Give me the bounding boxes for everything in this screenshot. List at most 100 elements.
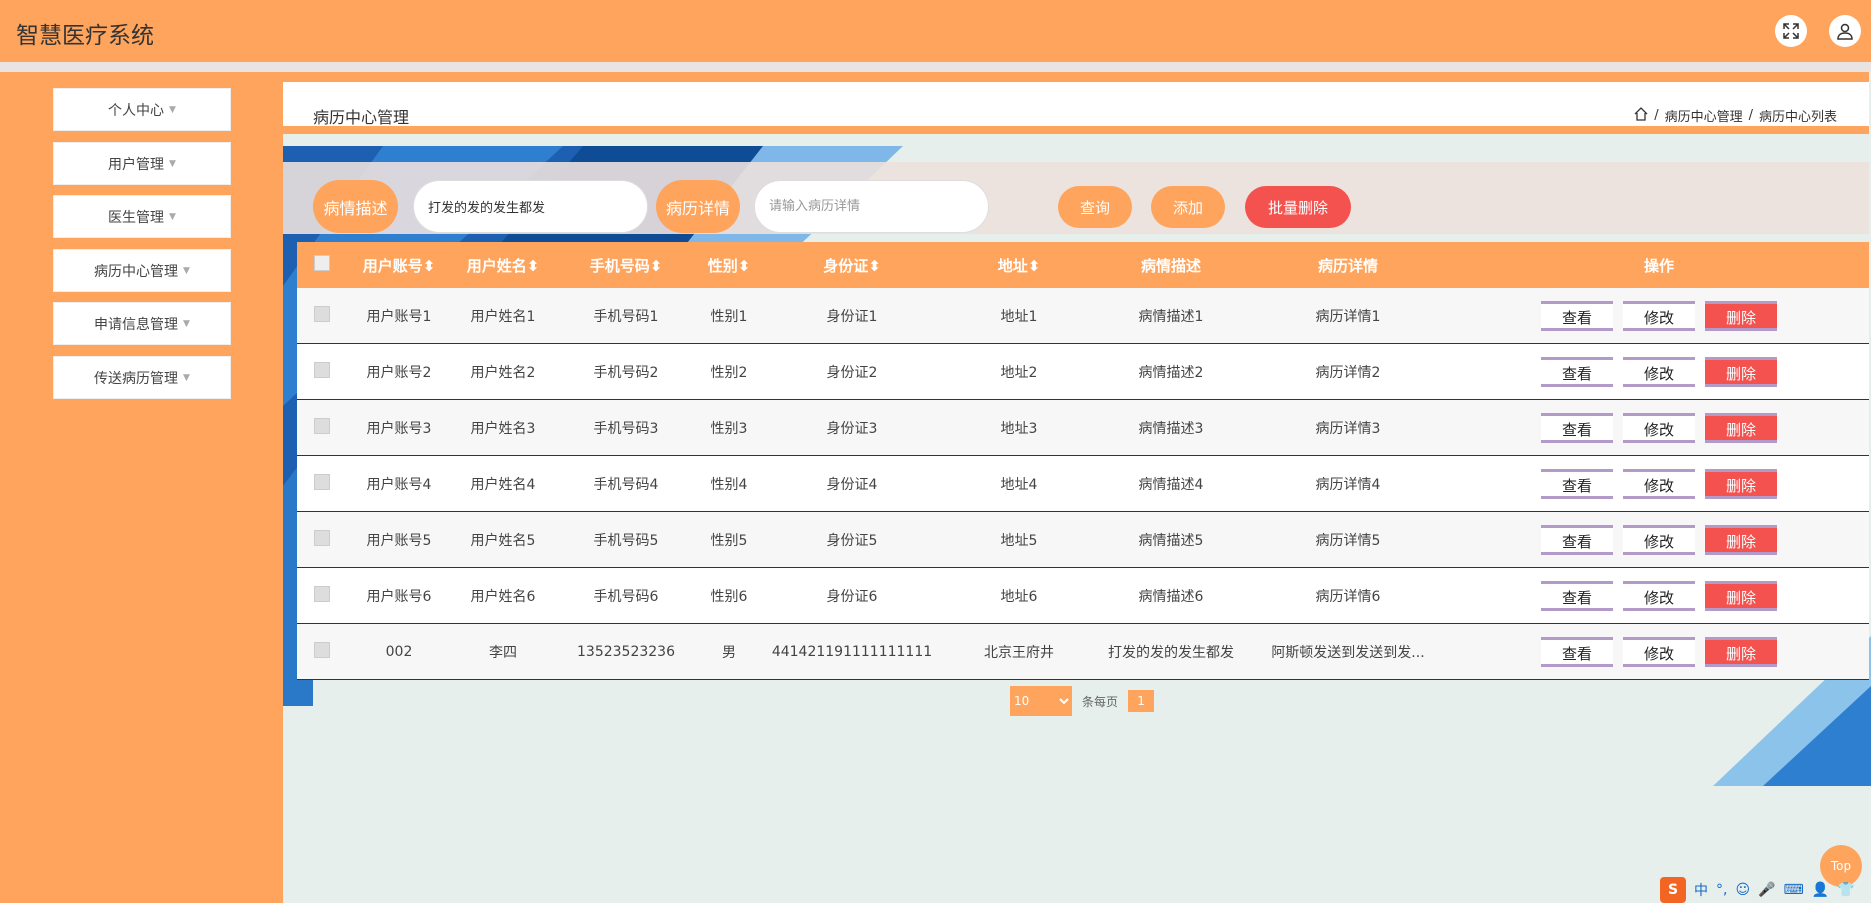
table-cell: 李四 [451,623,555,680]
page-size-select[interactable]: 10 [1010,686,1072,716]
table-cell: 地址1 [943,288,1095,344]
delete-button[interactable]: 删除 [1705,636,1777,667]
table-cell: 地址4 [943,455,1095,512]
row-checkbox[interactable] [314,529,330,546]
view-button[interactable]: 查看 [1541,468,1613,499]
edit-button[interactable]: 修改 [1623,300,1695,331]
table-cell: 用户姓名1 [451,288,555,344]
table-cell: 用户姓名5 [451,511,555,568]
keyboard-icon[interactable]: ⌨ [1784,882,1804,898]
table-row: 用户账号2 用户姓名2 手机号码2 性别2 身份证2 地址2 病情描述2 病历详情2 查看 修改删… [297,343,1869,400]
ime-mode[interactable]: 中 [1694,880,1708,900]
table-row: 用户账号3 用户姓名3 手机号码3 性别3 身份证3 地址3 病情描述3 病历详情3 查看 修改删… [297,399,1869,456]
row-checkbox[interactable] [314,641,330,658]
fullscreen-icon[interactable] [1775,15,1807,47]
row-checkbox[interactable] [314,417,330,434]
edit-button[interactable]: 修改 [1623,636,1695,667]
table-row: 用户账号4 用户姓名4 手机号码4 性别4 身份证4 地址4 病情描述4 病历详情4 查看 修改删… [297,455,1869,512]
column-header[interactable]: 手机号码⬍ [555,242,697,288]
user-icon[interactable]: 👤 [1812,882,1829,898]
caret-down-icon: ▼ [183,265,190,276]
column-header: 病历详情 [1247,242,1449,288]
column-header: 病情描述 [1095,242,1247,288]
records-table: 用户账号⬍ 用户姓名⬍ 手机号码⬍ 性别⬍ 身份证⬍ 地址⬍ 病情描述 病历详情… [297,242,1869,680]
view-button[interactable]: 查看 [1541,636,1613,667]
query-button[interactable]: 查询 [1058,186,1132,228]
table-cell: 手机号码4 [555,455,697,512]
skin-icon[interactable]: 👕 [1837,882,1854,898]
edit-button[interactable]: 修改 [1623,468,1695,499]
table-cell: 002 [347,623,451,680]
delete-button[interactable]: 删除 [1705,524,1777,555]
column-header[interactable]: 身份证⬍ [761,242,943,288]
record-details-search-input[interactable] [754,180,989,233]
ime-punctuation[interactable]: °, [1716,882,1727,898]
sidebar-item-doctor-management[interactable]: 医生管理 ▼ [53,195,231,238]
row-checkbox[interactable] [314,361,330,378]
search-bar: 病情描述 病历详情 查询 添加 批量删除 [283,162,1869,234]
delete-button[interactable]: 删除 [1705,300,1777,331]
sidebar-item-transfer-record-management[interactable]: 传送病历管理 ▼ [53,356,231,399]
column-header[interactable]: 用户姓名⬍ [451,242,555,288]
table-cell: 病历详情1 [1247,288,1449,344]
column-header[interactable]: 地址⬍ [943,242,1095,288]
row-checkbox[interactable] [314,473,330,490]
view-button[interactable]: 查看 [1541,300,1613,331]
table-cell: 地址2 [943,343,1095,400]
table-cell: 性别6 [697,567,761,624]
view-button[interactable]: 查看 [1541,412,1613,443]
edit-button[interactable]: 修改 [1623,524,1695,555]
sidebar-item-label: 病历中心管理 [94,263,179,280]
sidebar-item-label: 传送病历管理 [94,370,179,387]
edit-button[interactable]: 修改 [1623,356,1695,387]
sidebar-item-label: 医生管理 [108,209,165,226]
batch-delete-button[interactable]: 批量删除 [1245,186,1351,228]
home-icon[interactable] [1634,106,1648,125]
column-header[interactable]: 用户账号⬍ [347,242,451,288]
edit-button[interactable]: 修改 [1623,580,1695,611]
view-button[interactable]: 查看 [1541,524,1613,555]
breadcrumb: / 病历中心管理 / 病历中心列表 [1634,106,1837,125]
user-icon[interactable] [1829,15,1861,47]
table-cell: 身份证5 [761,511,943,568]
sidebar-item-medical-record-management[interactable]: 病历中心管理 ▼ [53,249,231,292]
row-actions: 查看 修改 删除 [1449,455,1869,512]
select-all-checkbox[interactable] [314,255,330,271]
sidebar-item-personal-center[interactable]: 个人中心 ▼ [53,88,231,131]
sidebar-item-application-management[interactable]: 申请信息管理 ▼ [53,302,231,345]
table-cell: 性别4 [697,455,761,512]
column-header[interactable]: 性别⬍ [697,242,761,288]
table-cell: 身份证6 [761,567,943,624]
sort-icon: ⬍ [737,256,751,275]
row-checkbox[interactable] [314,305,330,322]
table-cell: 性别5 [697,511,761,568]
table-row: 002 李四 13523523236 男 441421191111111111 北京王府井… [297,623,1869,680]
row-actions: 查看 修改 删除 [1449,567,1869,624]
emoji-icon[interactable]: ☺ [1735,882,1750,898]
sidebar-item-label: 申请信息管理 [94,316,179,333]
view-button[interactable]: 查看 [1541,356,1613,387]
microphone-icon[interactable]: 🎤 [1758,882,1775,898]
page-number[interactable]: 1 [1128,690,1155,712]
breadcrumb-item[interactable]: 病历中心管理 [1665,106,1743,125]
ime-logo-icon[interactable]: S [1660,876,1686,903]
sort-icon: ⬍ [422,256,436,275]
table-cell: 病历详情5 [1247,511,1449,568]
view-button[interactable]: 查看 [1541,580,1613,611]
row-checkbox[interactable] [314,585,330,602]
table-cell: 用户姓名3 [451,399,555,456]
table-cell: 地址6 [943,567,1095,624]
delete-button[interactable]: 删除 [1705,412,1777,443]
delete-button[interactable]: 删除 [1705,580,1777,611]
add-button[interactable]: 添加 [1151,186,1225,228]
table-cell: 地址5 [943,511,1095,568]
sidebar-item-user-management[interactable]: 用户管理 ▼ [53,142,231,185]
table-cell: 打发的发的发生都发 [1095,623,1247,680]
table-cell: 441421191111111111 [761,623,943,680]
delete-button[interactable]: 删除 [1705,356,1777,387]
edit-button[interactable]: 修改 [1623,412,1695,443]
table-cell: 用户账号6 [347,567,451,624]
condition-search-input[interactable] [413,180,648,233]
delete-button[interactable]: 删除 [1705,468,1777,499]
row-actions: 查看 修改 删除 [1449,343,1869,400]
